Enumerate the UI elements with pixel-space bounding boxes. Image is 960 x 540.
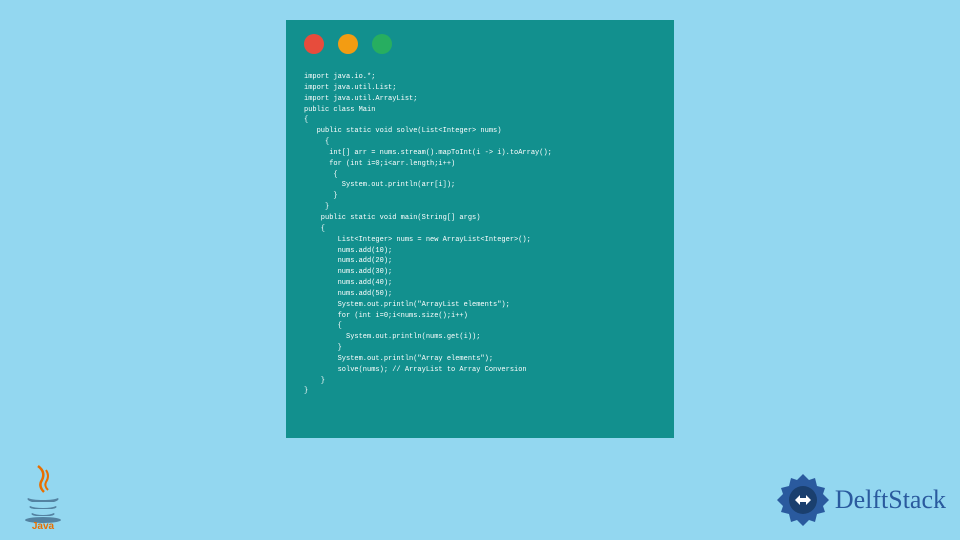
code-line: } [304,387,308,395]
java-icon: Java [18,464,68,530]
code-line: } [304,192,338,200]
code-line: nums.add(10); [304,247,392,255]
code-line: for (int i=0;i<nums.size();i++) [304,312,468,320]
code-line: List<Integer> nums = new ArrayList<Integ… [304,236,531,244]
delftstack-text: DelftStack [835,485,946,515]
code-line: System.out.println("ArrayList elements")… [304,301,510,309]
code-line: import java.io.*; [304,73,375,81]
minimize-icon [338,34,358,54]
java-logo: Java [18,464,68,530]
close-icon [304,34,324,54]
code-line: System.out.println(nums.get(i)); [304,333,480,341]
code-line: public static void main(String[] args) [304,214,480,222]
code-line: public static void solve(List<Integer> n… [304,127,501,135]
code-line: solve(nums); // ArrayList to Array Conve… [304,366,527,374]
code-window: import java.io.*; import java.util.List;… [286,20,674,438]
code-line: nums.add(20); [304,257,392,265]
code-line: public class Main [304,106,375,114]
code-block: import java.io.*; import java.util.List;… [304,72,656,397]
code-line: import java.util.ArrayList; [304,95,417,103]
code-line: nums.add(30); [304,268,392,276]
code-line: nums.add(50); [304,290,392,298]
code-line: System.out.println("Array elements"); [304,355,493,363]
svg-text:Java: Java [32,521,55,530]
code-line: for (int i=0;i<arr.length;i++) [304,160,455,168]
delftstack-logo: DelftStack [775,472,946,528]
delftstack-badge-icon [775,472,831,528]
code-line: } [304,203,329,211]
code-line: nums.add(40); [304,279,392,287]
code-line: System.out.println(arr[i]); [304,181,455,189]
code-line: { [304,138,329,146]
maximize-icon [372,34,392,54]
code-line: int[] arr = nums.stream().mapToInt(i -> … [304,149,552,157]
code-line: { [304,322,342,330]
window-controls [304,34,656,54]
code-line: { [304,225,325,233]
code-line: { [304,116,308,124]
code-line: } [304,377,325,385]
code-line: { [304,171,338,179]
code-line: import java.util.List; [304,84,396,92]
code-line: } [304,344,342,352]
